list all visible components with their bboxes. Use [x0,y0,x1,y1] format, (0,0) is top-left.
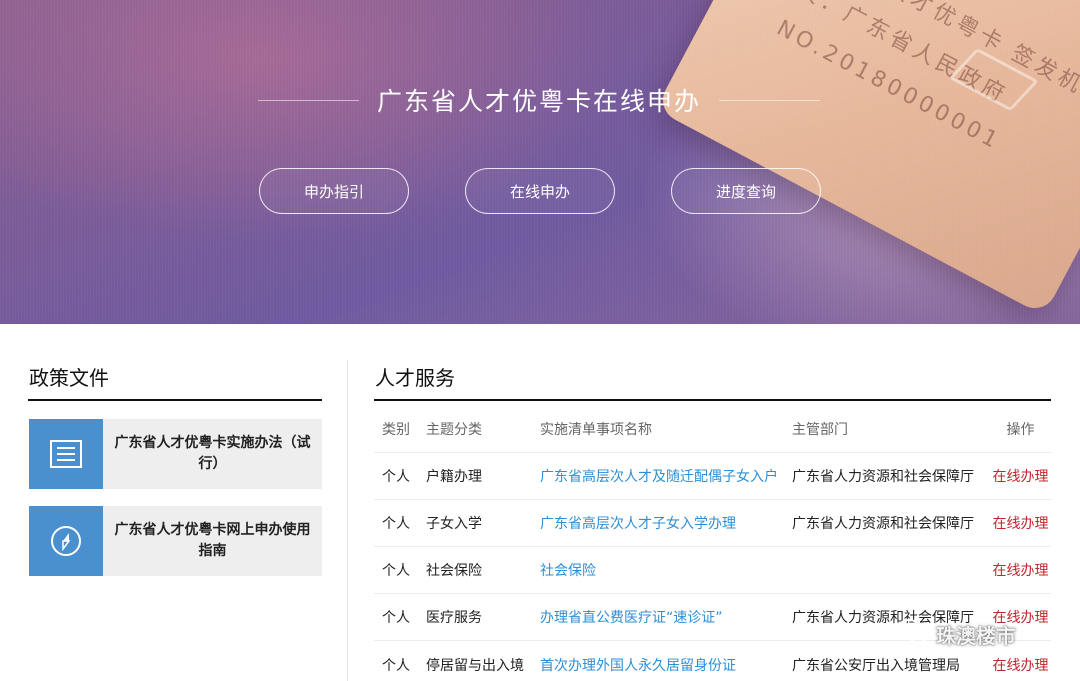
service-item-link[interactable]: 社会保险 [540,560,792,580]
col-header-type: 类别 [382,421,410,438]
online-handle-link[interactable]: 在线办理 [990,655,1051,675]
cell-type: 个人 [382,469,410,485]
cell-type: 个人 [382,657,410,674]
cell-dept: 广东省公安厅出入境管理局 [792,657,960,674]
cell-type: 个人 [382,610,410,626]
table-row: 个人 社会保险 社会保险 在线办理 [374,547,1051,594]
column-divider [347,360,348,681]
service-item-link[interactable]: 办理省直公费医疗证“速诊证” [540,607,792,627]
service-item-link[interactable]: 广东省高层次人才及随迁配偶子女入户 [540,466,792,486]
cell-topic: 子女入学 [426,516,482,532]
policy-item-implementation[interactable]: 广东省人才优粤卡实施办法（试行） [29,419,322,489]
col-header-dept: 主管部门 [792,421,848,438]
service-item-link[interactable]: 广东省高层次人才子女入学办理 [540,513,792,533]
col-header-topic: 主题分类 [426,421,482,438]
cell-topic: 医疗服务 [426,610,482,626]
document-list-icon [29,419,103,489]
service-item-link[interactable]: 首次办理外国人永久居留身份证 [540,655,792,675]
apply-online-button[interactable]: 在线申办 [465,168,615,214]
cell-type: 个人 [382,563,410,579]
policy-item-label: 广东省人才优粤卡实施办法（试行） [114,435,311,472]
compass-icon [29,506,103,576]
cell-type: 个人 [382,516,410,532]
online-handle-link[interactable]: 在线办理 [990,560,1051,580]
col-header-action: 操作 [1006,421,1035,438]
table-row: 个人 户籍办理 广东省高层次人才及随迁配偶子女入户 广东省人力资源和社会保障厅 … [374,453,1051,500]
hero-title-row: 广东省人才优粤卡在线申办 [258,80,821,120]
hero-title: 广东省人才优粤卡在线申办 [377,87,702,116]
policy-item-label: 广东省人才优粤卡网上申办使用指南 [114,522,311,559]
col-header-item: 实施清单事项名称 [540,421,652,438]
cell-topic: 社会保险 [426,563,482,579]
cell-dept: 广东省人力资源和社会保障厅 [792,516,974,532]
watermark-text: 珠澳楼市 [936,624,1016,648]
guide-button[interactable]: 申办指引 [259,168,409,214]
wechat-icon [896,618,930,651]
table-row: 个人 子女入学 广东省高层次人才子女入学办理 广东省人力资源和社会保障厅 在线办… [374,500,1051,547]
watermark: 珠澳楼市 [896,618,1016,651]
policy-item-guide[interactable]: 广东省人才优粤卡网上申办使用指南 [29,506,322,576]
cell-topic: 户籍办理 [426,469,482,485]
policy-section-title: 政策文件 [29,366,109,390]
hero-banner: 广东省人才优粤卡 签发机关：广东省人民政府 NO.20180000001 广东省… [0,0,1080,324]
services-title-rule [374,399,1051,401]
online-handle-link[interactable]: 在线办理 [990,513,1051,533]
hero-title-left-line [258,99,359,101]
hero-title-right-line [719,99,821,101]
cell-dept: 广东省人力资源和社会保障厅 [792,469,974,485]
online-handle-link[interactable]: 在线办理 [990,466,1051,486]
policy-title-rule [28,399,322,401]
services-section-title: 人才服务 [375,366,455,390]
table-header: 类别 主题分类 实施清单事项名称 主管部门 操作 [374,405,1051,453]
cell-topic: 停居留与出入境 [426,657,524,674]
progress-query-button[interactable]: 进度查询 [671,168,821,214]
